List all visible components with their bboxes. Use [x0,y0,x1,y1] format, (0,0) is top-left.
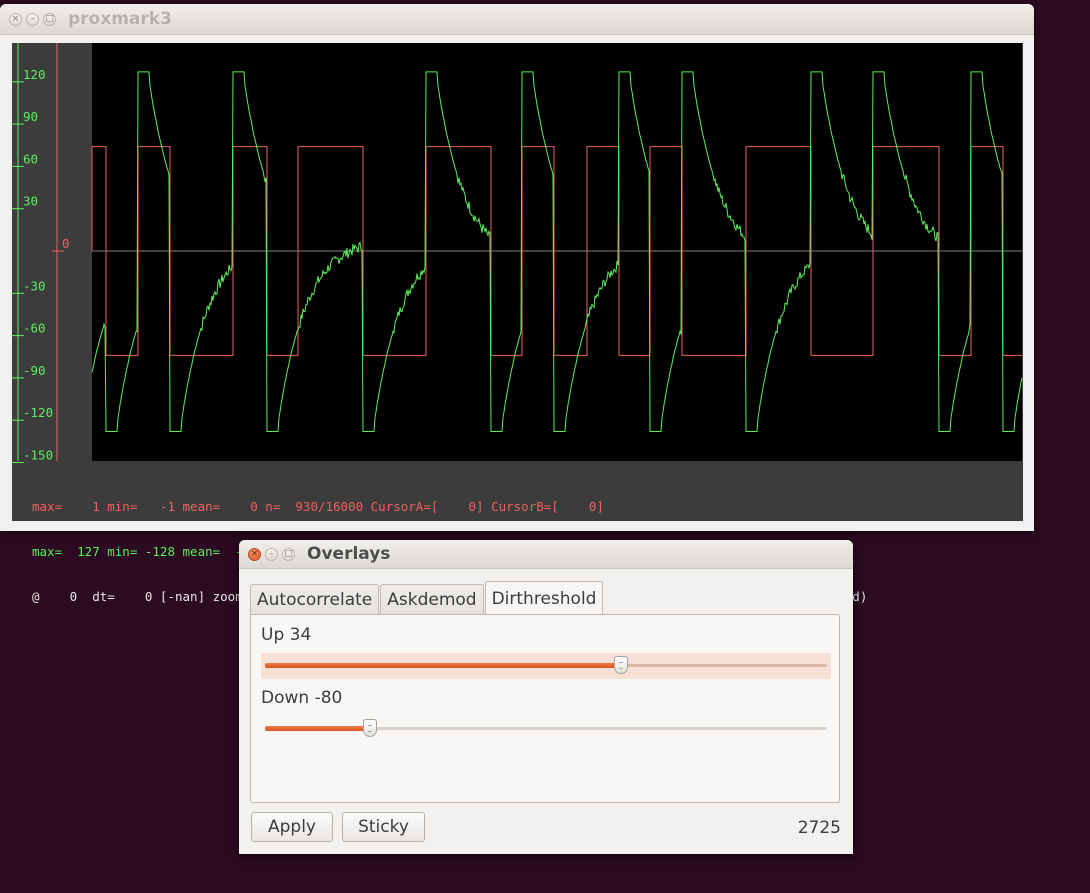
down-threshold-slider[interactable] [261,716,831,742]
tab-dirthreshold[interactable]: Dirthreshold [484,581,604,616]
y-tick-label: 30 [23,194,38,209]
close-icon[interactable]: × [248,547,261,561]
signal-plot[interactable]: 150120906030-30-60-90-120-1500 [12,43,1023,468]
y-tick-label: -120 [23,405,53,420]
y-tick-label: -30 [23,278,46,293]
plot-area[interactable]: 150120906030-30-60-90-120-1500 max= 1 mi… [12,43,1023,604]
slider-handle[interactable] [613,656,628,674]
y-tick-label: -60 [23,321,46,336]
apply-button[interactable]: Apply [251,812,333,842]
sample-count: 2725 [797,818,841,838]
maximize-icon[interactable]: □ [43,12,56,26]
slider-track[interactable] [265,663,827,668]
maximize-icon[interactable]: □ [282,547,295,561]
down-threshold-label: Down -80 [261,688,343,708]
y-tick-label: -150 [23,448,53,463]
overlay-zero-label: 0 [62,236,70,251]
window-title: proxmark3 [68,9,172,29]
sticky-button[interactable]: Sticky [342,812,425,842]
overlay-stats-line: max= 1 min= -1 mean= 0 n= 930/16000 Curs… [32,499,604,514]
proxmark3-window: × – □ proxmark3 150120906030-30-60-90-12… [0,4,1034,604]
up-threshold-slider[interactable] [261,653,831,679]
close-icon[interactable]: × [9,12,22,26]
overlays-titlebar: × – □ Overlays [239,540,853,569]
minimize-icon[interactable]: – [265,547,278,561]
window-title: Overlays [307,544,391,564]
up-threshold-label: Up 34 [261,625,312,645]
y-tick-label: 90 [23,109,38,124]
slider-track[interactable] [265,726,827,731]
tab-askdemod[interactable]: Askdemod [380,584,484,615]
y-tick-label: 120 [23,67,46,82]
tab-autocorrelate[interactable]: Autocorrelate [250,584,380,615]
slider-fill [265,663,621,668]
main-titlebar: × – □ proxmark3 [0,4,1034,35]
slider-fill [265,726,371,731]
y-tick-label: 60 [23,151,38,166]
dirthreshold-panel: Up 34 Down -80 [250,614,840,803]
minimize-icon[interactable]: – [26,12,39,26]
overlays-window: × – □ Overlays Autocorrelate Askdemod Di… [239,540,853,854]
slider-handle[interactable] [363,719,378,737]
y-tick-label: -90 [23,363,46,378]
tab-bar: Autocorrelate Askdemod Dirthreshold [250,580,604,616]
plot-background [92,43,1022,461]
